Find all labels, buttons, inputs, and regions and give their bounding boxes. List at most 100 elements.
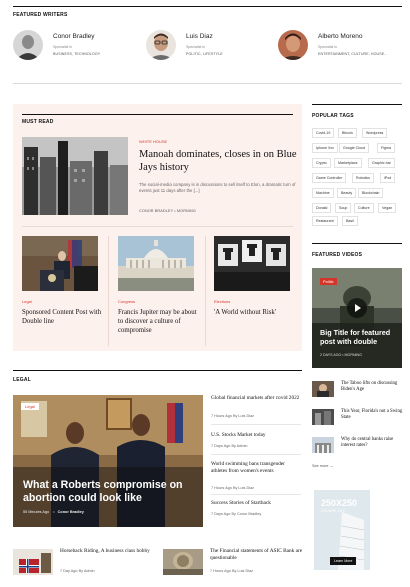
tag-chip[interactable]: Beauty bbox=[337, 188, 357, 198]
hero-category[interactable]: Legal bbox=[21, 403, 39, 410]
writer-name[interactable]: Conor Bradley bbox=[53, 33, 95, 40]
tag-chip[interactable]: Marketplace bbox=[334, 158, 362, 168]
mini-thumb-image bbox=[312, 409, 334, 425]
card-category[interactable]: Legal bbox=[22, 299, 32, 304]
writer-card[interactable]: Conor Bradley Specialist in BUSINESS, TE… bbox=[13, 30, 133, 64]
tag-chip[interactable]: Machine bbox=[312, 188, 334, 198]
tag-chip[interactable]: Vegan bbox=[378, 203, 397, 213]
avatar[interactable] bbox=[146, 30, 176, 60]
hero-time: 55 Minutes Ago bbox=[23, 510, 50, 514]
tag-chip[interactable]: Culture bbox=[354, 203, 374, 213]
hero-author[interactable]: Conor Bradley bbox=[58, 510, 84, 514]
video-badge[interactable]: Politic bbox=[320, 278, 337, 285]
tag-chip[interactable]: Restaurant bbox=[312, 216, 338, 226]
mini-title[interactable]: Why do central banks raise interest rate… bbox=[341, 437, 405, 449]
mini-thumb[interactable] bbox=[312, 381, 334, 397]
card-title[interactable]: Sponsored Content Post with Double line bbox=[22, 308, 102, 326]
tag-chip[interactable]: Blockchain bbox=[358, 188, 384, 198]
ad-banner[interactable]: 250X250 SQUARE ADS Learn More bbox=[314, 490, 370, 570]
hero-meta: 55 Minutes Ago • Conor Bradley bbox=[23, 510, 84, 514]
avatar-image bbox=[146, 30, 176, 60]
featured-videos-rule bbox=[312, 243, 402, 244]
avatar[interactable] bbox=[13, 30, 43, 60]
tag-chip[interactable]: Basil bbox=[342, 216, 358, 226]
legal-item-meta: 7 Days Ago By Conor Bradley bbox=[211, 512, 262, 516]
tag-chip[interactable]: Soup bbox=[335, 203, 352, 213]
writer-categories[interactable]: ENTERTAINMENT, CULTURE, HOUSE... bbox=[318, 52, 388, 56]
writer-spec: Specialist in bbox=[318, 45, 338, 49]
popular-tags-label: Popular Tags bbox=[312, 113, 354, 119]
card-category[interactable]: Elections bbox=[214, 299, 230, 304]
divider bbox=[22, 226, 293, 227]
writer-card[interactable]: Alberto Moreno Specialist in ENTERTAINME… bbox=[278, 30, 402, 64]
play-icon bbox=[355, 304, 361, 312]
card-title[interactable]: Francis Jupiter may be about to discover… bbox=[118, 308, 202, 335]
video-title[interactable]: Big Title for featured post with double bbox=[320, 328, 400, 346]
divider bbox=[211, 454, 301, 455]
writer-categories[interactable]: BUSINESS, TECHNOLOGY bbox=[53, 52, 100, 56]
tag-chip[interactable]: Iphone Xxx bbox=[312, 143, 338, 153]
ad-size: 250X250 bbox=[321, 498, 358, 508]
tag-chip[interactable]: iPod bbox=[380, 173, 396, 183]
tag-cloud: Covid-19 Bitcoin Wordpress Iphone Xxx Go… bbox=[312, 128, 402, 228]
lead-excerpt: The social-media company is in discussio… bbox=[139, 182, 296, 194]
bank-statue-image bbox=[163, 549, 203, 575]
tag-chip[interactable]: Bitcoin bbox=[338, 128, 357, 138]
bottom-title[interactable]: Horseback Riding, A business class hobby bbox=[60, 548, 152, 555]
see-more-link[interactable]: See more → bbox=[312, 464, 333, 468]
lead-image[interactable] bbox=[22, 137, 128, 215]
protest-signs-image bbox=[214, 236, 290, 291]
legal-item-meta: 7 Days Ago By Admin bbox=[211, 444, 248, 448]
legal-item-title[interactable]: Global financial markets after covid 202… bbox=[211, 395, 301, 402]
tag-chip[interactable]: Google Cloud bbox=[339, 143, 369, 153]
legal-item-title[interactable]: World swimming bans transgender athletes… bbox=[211, 461, 301, 475]
press-podium-image bbox=[22, 236, 98, 291]
ad-cta-button[interactable]: Learn More bbox=[330, 557, 357, 565]
card-title[interactable]: 'A World without Risk' bbox=[214, 308, 298, 317]
bottom-meta: 7 Day Ago By Admin bbox=[60, 569, 95, 573]
tag-chip[interactable]: Wordpress bbox=[362, 128, 388, 138]
lead-category[interactable]: White House bbox=[139, 139, 167, 144]
card-image[interactable] bbox=[118, 236, 194, 291]
mini-thumb[interactable] bbox=[312, 437, 334, 453]
divider bbox=[211, 424, 301, 425]
mini-thumb[interactable] bbox=[312, 409, 334, 425]
writer-card[interactable]: Luis Diaz Specialist in POLITIC, LIFESTY… bbox=[146, 30, 266, 64]
bottom-title[interactable]: The Financial statements of ASIC Bank ar… bbox=[210, 548, 305, 561]
legal-hero-card[interactable]: Legal What a Roberts compromise on abort… bbox=[13, 395, 203, 527]
lead-title[interactable]: Manoah dominates, closes in on Blue Jays… bbox=[139, 149, 297, 174]
tag-chip[interactable]: Donald bbox=[312, 203, 332, 213]
play-button[interactable] bbox=[347, 298, 367, 318]
writer-name[interactable]: Alberto Moreno bbox=[318, 33, 362, 40]
card-category[interactable]: Congress bbox=[118, 299, 135, 304]
bottom-thumb[interactable] bbox=[13, 549, 53, 575]
tag-chip[interactable]: Crypto bbox=[312, 158, 331, 168]
legal-item-title[interactable]: Success Stories of Startback bbox=[211, 500, 301, 507]
must-read-label: Must Read bbox=[22, 119, 54, 125]
tag-chip[interactable]: Covid-19 bbox=[312, 128, 335, 138]
divider bbox=[13, 83, 402, 84]
mini-title[interactable]: This Year, Florida's not a Swing State bbox=[341, 409, 405, 421]
popular-tags-rule bbox=[312, 104, 402, 105]
avatar-image bbox=[13, 30, 43, 60]
mini-title[interactable]: The Taboo lifts on discussing Biden's Ag… bbox=[341, 381, 405, 393]
meeting-image bbox=[13, 395, 203, 527]
card-image[interactable] bbox=[22, 236, 98, 291]
video-meta: 2 days ago • Morning bbox=[320, 353, 362, 357]
bottom-thumb[interactable] bbox=[163, 549, 203, 575]
featured-video-card[interactable]: Politic Big Title for featured post with… bbox=[312, 268, 402, 368]
tag-chip[interactable]: Game Controller bbox=[312, 173, 347, 183]
avatar[interactable] bbox=[278, 30, 308, 60]
card-image[interactable] bbox=[214, 236, 290, 291]
tag-chip[interactable]: Figma bbox=[377, 143, 395, 153]
hero-by: • bbox=[53, 510, 55, 514]
writer-categories[interactable]: POLITIC, LIFESTYLE bbox=[186, 52, 223, 56]
bottom-meta: 7 Hours Ago By Luis Diaz bbox=[210, 569, 254, 573]
tag-chip[interactable]: Graphic bar bbox=[368, 158, 395, 168]
writer-name[interactable]: Luis Diaz bbox=[186, 33, 213, 40]
writer-spec: Specialist in bbox=[186, 45, 206, 49]
legal-item-meta: 7 Hours Ago By Luis Diaz bbox=[211, 414, 255, 418]
tag-chip[interactable]: Robotics bbox=[352, 173, 374, 183]
hero-title[interactable]: What a Roberts compromise on abortion co… bbox=[23, 479, 198, 504]
legal-item-title[interactable]: U.S. Stocks Market today bbox=[211, 432, 301, 439]
